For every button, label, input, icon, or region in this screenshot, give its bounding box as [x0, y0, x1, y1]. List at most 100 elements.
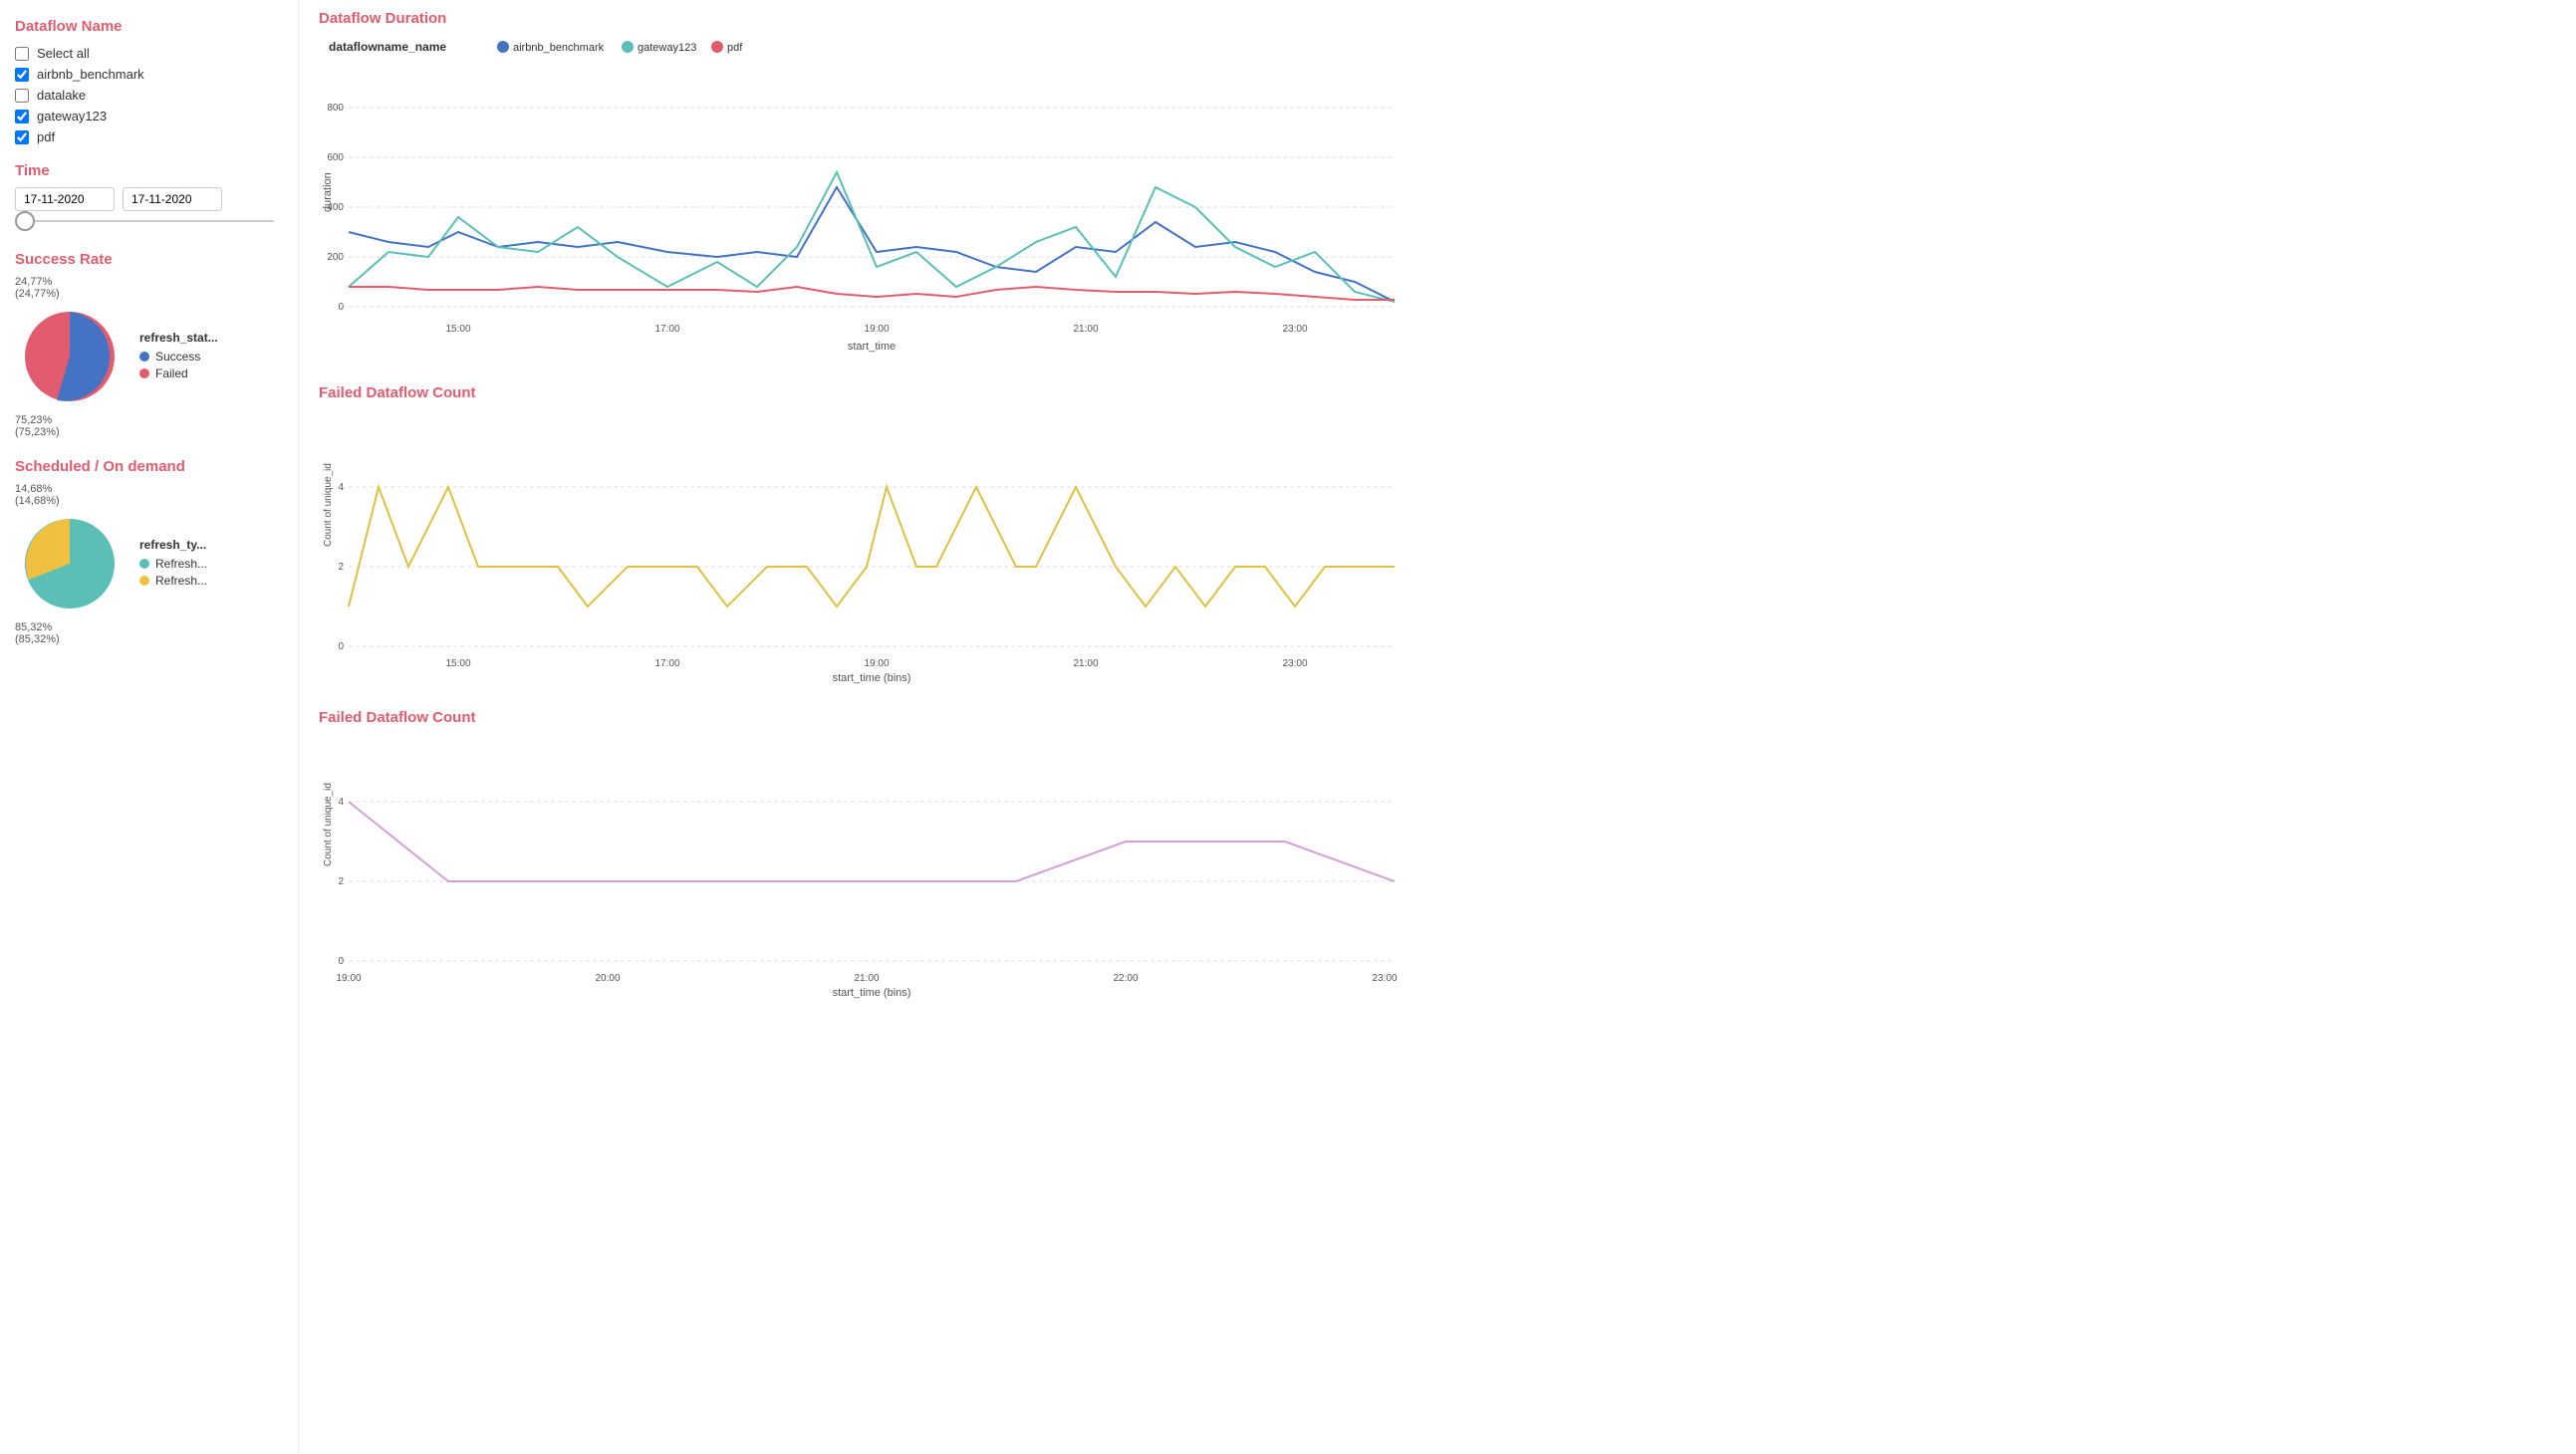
- scheduled-percent-top: 14,68%(14,68%): [15, 483, 125, 507]
- select-all-checkbox[interactable]: [15, 47, 29, 61]
- scheduled-pie-container: 14,68%(14,68%) 85,32%(85,32%) refresh_ty…: [15, 483, 283, 645]
- svg-text:0: 0: [338, 956, 344, 967]
- svg-text:19:00: 19:00: [336, 973, 361, 984]
- select-all-label: Select all: [37, 46, 90, 61]
- success-rate-section: Success Rate 24,77%(24,77%) 75,23%(75,23…: [15, 251, 283, 438]
- svg-text:15:00: 15:00: [445, 324, 470, 335]
- failed-count-1-title: Failed Dataflow Count: [319, 384, 2556, 401]
- scheduled-legend-title: refresh_ty...: [139, 538, 207, 552]
- svg-text:19:00: 19:00: [864, 658, 889, 669]
- legend-failed: Failed: [139, 366, 218, 380]
- svg-text:Count of unique_id: Count of unique_id: [323, 463, 334, 547]
- svg-text:2: 2: [338, 876, 344, 887]
- main-content: Dataflow Duration dataflowname_name airb…: [299, 0, 2576, 1454]
- success-rate-pie-container: 24,77%(24,77%) 75,23%(75,23%) refresh_st…: [15, 276, 283, 438]
- scheduled-pie-wrapper: 14,68%(14,68%) 85,32%(85,32%): [15, 483, 125, 645]
- success-failed-percent-top: 24,77%(24,77%): [15, 276, 125, 300]
- success-percent-bottom: 75,23%(75,23%): [15, 414, 125, 438]
- success-legend-title: refresh_stat...: [139, 331, 218, 345]
- svg-text:23:00: 23:00: [1282, 658, 1307, 669]
- refresh-yellow-dot: [139, 576, 149, 586]
- svg-text:23:00: 23:00: [1372, 973, 1397, 984]
- scheduled-percent-bottom: 85,32%(85,32%): [15, 621, 125, 645]
- success-rate-pie-chart: [15, 302, 125, 411]
- filter-airbnb[interactable]: airbnb_benchmark: [15, 64, 283, 85]
- filter-datalake-checkbox[interactable]: [15, 89, 29, 103]
- sidebar: Dataflow Name Select all airbnb_benchmar…: [0, 0, 299, 1454]
- scheduled-pie-chart: [15, 509, 125, 618]
- failed-count-2-svg: Count of unique_id 0 2 4 19:00 20:00 21:…: [319, 732, 1415, 1001]
- failed-count-1-block: Failed Dataflow Count Count of unique_id…: [319, 384, 2556, 689]
- svg-text:19:00: 19:00: [864, 324, 889, 335]
- svg-text:0: 0: [338, 302, 344, 313]
- refresh-yellow-label: Refresh...: [155, 574, 207, 588]
- success-rate-legend: refresh_stat... Success Failed: [139, 331, 218, 383]
- dataflow-filter-title: Dataflow Name: [15, 18, 283, 35]
- filter-gateway-label: gateway123: [37, 109, 107, 123]
- select-all-item[interactable]: Select all: [15, 43, 283, 64]
- svg-text:15:00: 15:00: [445, 658, 470, 669]
- svg-text:200: 200: [327, 252, 344, 263]
- svg-text:800: 800: [327, 103, 344, 114]
- svg-text:21:00: 21:00: [854, 973, 879, 984]
- scheduled-title: Scheduled / On demand: [15, 458, 283, 475]
- scheduled-legend: refresh_ty... Refresh... Refresh...: [139, 538, 207, 591]
- time-section: Time: [15, 162, 283, 231]
- svg-text:gateway123: gateway123: [638, 42, 696, 54]
- refresh-teal-dot: [139, 559, 149, 569]
- filter-gateway-checkbox[interactable]: [15, 110, 29, 123]
- duration-chart-svg: dataflowname_name airbnb_benchmark gatew…: [319, 33, 1415, 362]
- refresh-teal-label: Refresh...: [155, 557, 207, 571]
- svg-text:0: 0: [338, 641, 344, 652]
- svg-text:23:00: 23:00: [1282, 324, 1307, 335]
- time-from-input[interactable]: [15, 187, 115, 211]
- duration-chart-title: Dataflow Duration: [319, 10, 2556, 27]
- failed-count-2-block: Failed Dataflow Count Count of unique_id…: [319, 709, 2556, 1004]
- svg-text:pdf: pdf: [727, 42, 743, 54]
- filter-airbnb-checkbox[interactable]: [15, 68, 29, 82]
- filter-airbnb-label: airbnb_benchmark: [37, 67, 144, 82]
- svg-text:4: 4: [338, 797, 344, 808]
- svg-text:600: 600: [327, 152, 344, 163]
- legend-success: Success: [139, 350, 218, 364]
- filter-gateway[interactable]: gateway123: [15, 106, 283, 126]
- svg-text:2: 2: [338, 562, 344, 573]
- time-to-input[interactable]: [123, 187, 222, 211]
- svg-text:21:00: 21:00: [1073, 658, 1098, 669]
- filter-datalake-label: datalake: [37, 88, 86, 103]
- svg-text:Count of unique_id: Count of unique_id: [323, 783, 334, 866]
- success-dot: [139, 352, 149, 362]
- success-rate-pie-wrapper: 24,77%(24,77%) 75,23%(75,23%): [15, 276, 125, 438]
- charts-grid: Dataflow Duration dataflowname_name airb…: [319, 10, 2556, 1004]
- scheduled-section: Scheduled / On demand 14,68%(14,68%) 85,…: [15, 458, 283, 645]
- svg-text:dataflowname_name: dataflowname_name: [329, 40, 446, 54]
- svg-text:start_time (bins): start_time (bins): [833, 987, 911, 999]
- svg-text:400: 400: [327, 202, 344, 213]
- failed-dot: [139, 368, 149, 378]
- svg-text:21:00: 21:00: [1073, 324, 1098, 335]
- failed-count-2-title: Failed Dataflow Count: [319, 709, 2556, 726]
- duration-chart-block: Dataflow Duration dataflowname_name airb…: [319, 10, 2556, 364]
- filter-datalake[interactable]: datalake: [15, 85, 283, 106]
- svg-text:20:00: 20:00: [595, 973, 620, 984]
- failed-count-1-svg: Count of unique_id 0 2 4 15:00 17:00 19:…: [319, 407, 1415, 686]
- svg-text:22:00: 22:00: [1113, 973, 1138, 984]
- filter-pdf-checkbox[interactable]: [15, 130, 29, 144]
- legend-refresh-yellow: Refresh...: [139, 574, 207, 588]
- slider-thumb[interactable]: [15, 211, 35, 231]
- time-title: Time: [15, 162, 283, 179]
- svg-text:17:00: 17:00: [654, 324, 679, 335]
- success-label: Success: [155, 350, 200, 364]
- filter-pdf[interactable]: pdf: [15, 126, 283, 147]
- legend-refresh-teal: Refresh...: [139, 557, 207, 571]
- svg-text:start_time (bins): start_time (bins): [833, 672, 911, 684]
- time-inputs: [15, 187, 283, 211]
- time-slider[interactable]: [15, 211, 283, 231]
- success-rate-title: Success Rate: [15, 251, 283, 268]
- svg-text:airbnb_benchmark: airbnb_benchmark: [513, 42, 605, 54]
- svg-text:17:00: 17:00: [654, 658, 679, 669]
- svg-text:start_time: start_time: [848, 341, 896, 353]
- filter-pdf-label: pdf: [37, 129, 55, 144]
- failed-label: Failed: [155, 366, 188, 380]
- slider-line: [15, 220, 274, 222]
